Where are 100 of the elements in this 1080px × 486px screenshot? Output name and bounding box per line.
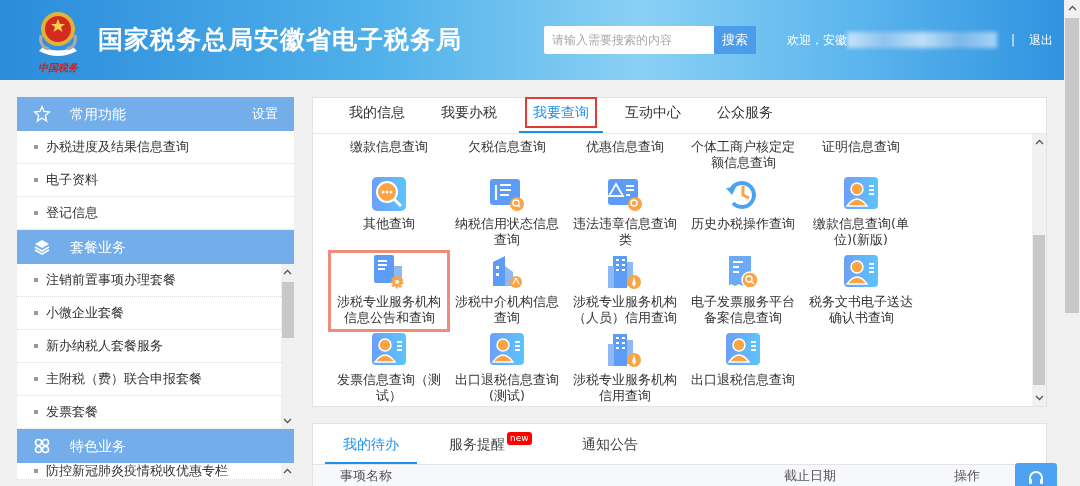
logo-caption: 中国税务 [38,63,78,73]
section-title: 常用功能 [70,104,126,124]
service-label: 出口退税信息查询 [691,372,795,388]
scrollbar-thumb[interactable] [1033,235,1045,385]
service-label: 出口退税信息查询(测试) [454,372,560,404]
service-label: 其他查询 [363,216,415,232]
sidebar-item[interactable]: 注销前置事项办理套餐 [17,264,281,297]
sidebar-item[interactable]: 办税进度及结果信息查询 [17,131,294,164]
sidebar-item-label: 主附税（费）联合申报套餐 [46,369,202,388]
headset-icon [1027,469,1045,486]
service-label: 纳税信用状态信息查询 [454,216,560,248]
column-header: 操作 [954,467,980,486]
service-item[interactable]: 其他查询 [330,174,448,232]
tab[interactable]: 我的信息 [341,97,413,128]
scroll-down-icon [1034,395,1044,401]
site-title: 国家税务总局安徽省电子税务局 [98,24,462,57]
bullet-icon [34,145,38,149]
tab[interactable]: 公众服务 [709,97,781,128]
service-item[interactable]: 违法违章信息查询类 [566,174,684,248]
service-item[interactable]: 缴款信息查询(单位)(新版) [802,174,920,248]
document-search-icon [489,176,525,212]
service-label: 缴款信息查询 [350,139,428,155]
service-label: 电子发票服务平台备案信息查询 [690,294,796,326]
service-item[interactable]: 纳税信用状态信息查询 [448,174,566,248]
bullet-icon [34,377,38,381]
sidebar-item-label: 注销前置事项办理套餐 [46,270,176,289]
service-item[interactable]: 涉税专业服务机构信息公告和查询 [330,252,448,330]
section-title: 套餐业务 [70,237,126,257]
bullet-icon [34,178,38,182]
service-item[interactable]: 欠税信息查询 [448,139,566,155]
new-badge: new [507,432,532,445]
clover-icon [33,437,51,455]
tab[interactable]: 我要查询 [525,97,597,128]
service-item[interactable]: 涉税中介机构信息查询 [448,252,566,326]
service-label: 涉税专业服务机构信用查询 [572,372,678,404]
sidebar-item[interactable]: 电子资料 [17,164,294,197]
sidebar-item-label: 防控新冠肺炎疫情税收优惠专栏 [46,461,228,480]
scrollbar-thumb[interactable] [281,282,294,338]
sidebar-item-label: 发票套餐 [46,402,98,421]
service-item[interactable]: 证明信息查询 [802,139,920,155]
service-item[interactable]: 发票信息查询（测试） [330,330,448,404]
service-item[interactable]: 优惠信息查询 [566,139,684,155]
person-card-icon [489,332,525,368]
sidebar-item[interactable]: 小微企业套餐 [17,297,281,330]
section-title: 特色业务 [70,436,126,456]
service-item[interactable]: 出口退税信息查询 [684,330,802,388]
person-card-icon [371,332,407,368]
bullet-icon [34,344,38,348]
sidebar-item-label: 电子资料 [46,170,98,189]
sidebar-item[interactable]: 登记信息 [17,197,294,230]
service-label: 历史办税操作查询 [691,216,795,232]
sidebar-item[interactable]: 防控新冠肺炎疫情税收优惠专栏 [17,463,281,480]
sidebar-item-label: 新办纳税人套餐服务 [46,336,163,355]
sidebar-item[interactable]: 主附税（费）联合申报套餐 [17,363,281,396]
warning-document-icon [607,176,643,212]
scrollbar-track[interactable] [1032,134,1046,406]
service-label: 税务文书电子送达确认书查询 [808,294,914,326]
tab[interactable]: 互动中心 [617,97,689,128]
tab[interactable]: 我的待办 [325,424,417,464]
scroll-up-icon [283,269,292,275]
service-label: 优惠信息查询 [586,139,664,155]
service-item[interactable]: 电子发票服务平台备案信息查询 [684,252,802,326]
scroll-up-icon[interactable] [1067,5,1077,11]
tab[interactable]: 服务提醒 new [431,424,550,464]
bullet-icon [34,278,38,282]
sidebar-item-label: 登记信息 [46,203,98,222]
sidebar-item-label: 办税进度及结果信息查询 [46,137,189,156]
person-card-icon [843,176,879,212]
column-header: 截止日期 [784,467,836,486]
service-label: 涉税专业服务机构信息公告和查询 [336,294,442,326]
support-button[interactable] [1015,463,1057,486]
service-item[interactable]: 出口退税信息查询(测试) [448,330,566,404]
service-item[interactable]: 涉税专业服务机构（人员）信用查询 [566,252,684,326]
service-label: 证明信息查询 [822,139,900,155]
service-label: 缴款信息查询(单位)(新版) [812,216,910,248]
service-item[interactable]: 税务文书电子送达确认书查询 [802,252,920,326]
tab[interactable]: 通知公告 [563,424,656,464]
bullet-icon [34,469,38,473]
search-field[interactable]: 请输入需要搜索的内容 [544,26,714,54]
sidebar-item[interactable]: 发票套餐 [17,396,281,429]
service-item[interactable]: 涉税专业服务机构信用查询 [566,330,684,404]
bullet-icon [34,311,38,315]
layers-icon [33,238,51,256]
person-card-icon [843,254,879,290]
scroll-down-icon [283,418,292,424]
sidebar-item-label: 小微企业套餐 [46,303,124,322]
separator-text: | [1011,32,1016,49]
star-icon [33,105,51,123]
bullet-icon [34,410,38,414]
building-tie-icon [607,254,643,290]
service-item[interactable]: 历史办税操作查询 [684,174,802,232]
search-bubble-icon [371,176,407,212]
service-label: 涉税专业服务机构（人员）信用查询 [572,294,678,326]
tab[interactable]: 我要办税 [433,97,505,128]
column-header: 事项名称 [340,467,392,486]
scrollbar-thumb[interactable] [1065,18,1079,313]
service-item[interactable]: 缴款信息查询 [330,139,448,155]
sidebar-item[interactable]: 新办纳税人套餐服务 [17,330,281,363]
bullet-icon [34,211,38,215]
service-label: 涉税中介机构信息查询 [454,294,560,326]
